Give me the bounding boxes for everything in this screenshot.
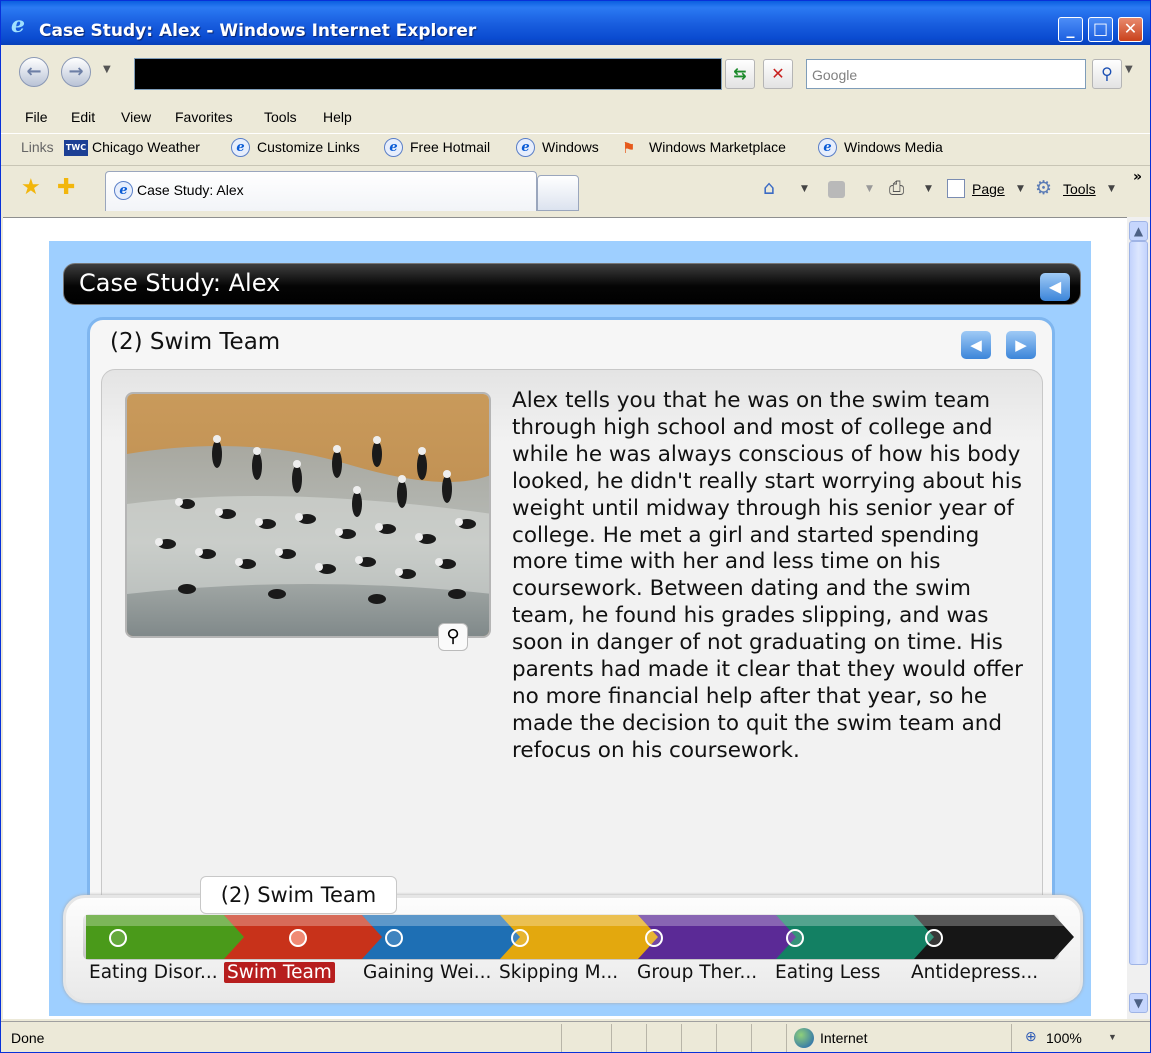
browser-window: e Case Study: Alex - Windows Internet Ex… [0,0,1151,1053]
address-bar[interactable] [134,58,722,90]
timeline-step-label[interactable]: Gaining Wei... [363,962,491,983]
timeline-track [83,914,1059,960]
zone-text: Internet [820,1030,868,1046]
history-dropdown-icon[interactable]: ▼ [103,64,111,75]
search-icon[interactable]: ⚲ [1092,59,1122,89]
case-study-text: Alex tells you that he was on the swim t… [512,388,1023,763]
zoom-dropdown-icon[interactable]: ▼ [1108,1032,1117,1042]
refresh-button[interactable]: ⇆ [725,59,755,89]
link-windows[interactable]: Windows [542,139,599,155]
close-button[interactable]: ✕ [1118,17,1143,42]
speaker-icon[interactable]: ◀ [1040,273,1070,301]
menu-view[interactable]: View [121,109,151,125]
tools-menu[interactable]: Tools [1063,181,1096,197]
timeline-step-dot[interactable] [645,929,663,947]
search-input[interactable]: Google [806,59,1086,89]
ie-page-icon: e [516,138,535,157]
timeline-step-dot[interactable] [289,929,307,947]
timeline-step-label[interactable]: Skipping M... [499,962,618,983]
timeline-step-label[interactable]: Eating Less [775,962,880,983]
timeline-step-label[interactable]: Eating Disor... [89,962,218,983]
new-tab-button[interactable] [537,175,579,211]
forward-button[interactable]: → [61,57,91,87]
scroll-down-icon[interactable]: ▼ [1129,993,1148,1013]
window-title: Case Study: Alex - Windows Internet Expl… [39,21,477,41]
menu-file[interactable]: File [25,109,48,125]
status-bar: Done Internet ⊕ 100% ▼ [1,1021,1150,1052]
menu-help[interactable]: Help [323,109,352,125]
ie-page-icon: e [384,138,403,157]
next-button[interactable]: ▶ [1006,331,1036,359]
timeline-step-dot[interactable] [109,929,127,947]
link-free-hotmail[interactable]: Free Hotmail [410,139,490,155]
search-options-icon[interactable]: ▼ [1125,64,1133,75]
timeline-step-dot[interactable] [925,929,943,947]
timeline-step-dot[interactable] [511,929,529,947]
link-chicago-weather[interactable]: Chicago Weather [92,139,200,155]
home-dropdown-icon[interactable]: ▼ [801,184,808,194]
maximize-button[interactable]: □ [1088,17,1113,42]
windows-flag-icon: ⚑ [622,139,636,157]
feeds-dropdown-icon[interactable]: ▼ [866,184,873,194]
tools-dropdown-icon[interactable]: ▼ [1108,184,1115,194]
page-icon[interactable] [947,179,965,198]
home-icon[interactable]: ⌂ [763,177,775,199]
back-button[interactable]: ← [19,57,49,87]
link-windows-marketplace[interactable]: Windows Marketplace [649,139,786,155]
favorites-star-icon[interactable]: ★ [21,175,41,200]
zoom-status-icon[interactable]: ⊕ [1025,1028,1037,1045]
swim-team-photo[interactable] [125,392,491,638]
step-tooltip: (2) Swim Team [200,876,397,914]
title-bar: e Case Study: Alex - Windows Internet Ex… [1,1,1150,45]
menu-favorites[interactable]: Favorites [175,109,233,125]
print-dropdown-icon[interactable]: ▼ [925,184,932,194]
page-menu[interactable]: Page [972,181,1005,197]
add-favorites-icon[interactable]: ✚ [57,175,75,200]
stop-button[interactable]: ✕ [763,59,793,89]
timeline-step-label[interactable]: Antidepress... [911,962,1038,983]
twc-icon: TWC [64,140,88,156]
zoom-icon[interactable]: ⚲ [438,623,468,651]
ie-page-icon: e [818,138,837,157]
timeline-step-dot[interactable] [385,929,403,947]
scrollbar-thumb[interactable] [1129,241,1148,965]
ie-page-icon: e [231,138,250,157]
tab-label: Case Study: Alex [137,182,244,198]
previous-button[interactable]: ◀ [961,331,991,359]
menu-tools[interactable]: Tools [264,109,297,125]
minimize-button[interactable]: _ [1058,17,1083,42]
timeline-step-label[interactable]: Group Ther... [637,962,757,983]
section-title: (2) Swim Team [110,329,281,355]
app-title: Case Study: Alex [79,269,281,297]
link-customize-links[interactable]: Customize Links [257,139,360,155]
scroll-up-icon[interactable]: ▲ [1129,221,1148,241]
feeds-icon[interactable] [828,181,845,198]
page-dropdown-icon[interactable]: ▼ [1017,184,1024,194]
timeline-step-label[interactable]: Swim Team [224,962,335,983]
gear-icon[interactable]: ⚙ [1035,177,1052,199]
ie-page-icon: e [114,181,133,200]
chevron-more-icon[interactable]: » [1133,169,1142,185]
ie-logo-icon: e [11,12,25,38]
status-text: Done [11,1030,45,1046]
print-icon[interactable]: ⎙ [889,177,904,199]
links-label: Links [21,139,54,155]
timeline-step-dot[interactable] [786,929,804,947]
globe-icon [794,1028,814,1048]
link-windows-media[interactable]: Windows Media [844,139,943,155]
zoom-level[interactable]: 100% [1046,1030,1082,1046]
menu-bar [1,103,1150,131]
menu-edit[interactable]: Edit [71,109,95,125]
